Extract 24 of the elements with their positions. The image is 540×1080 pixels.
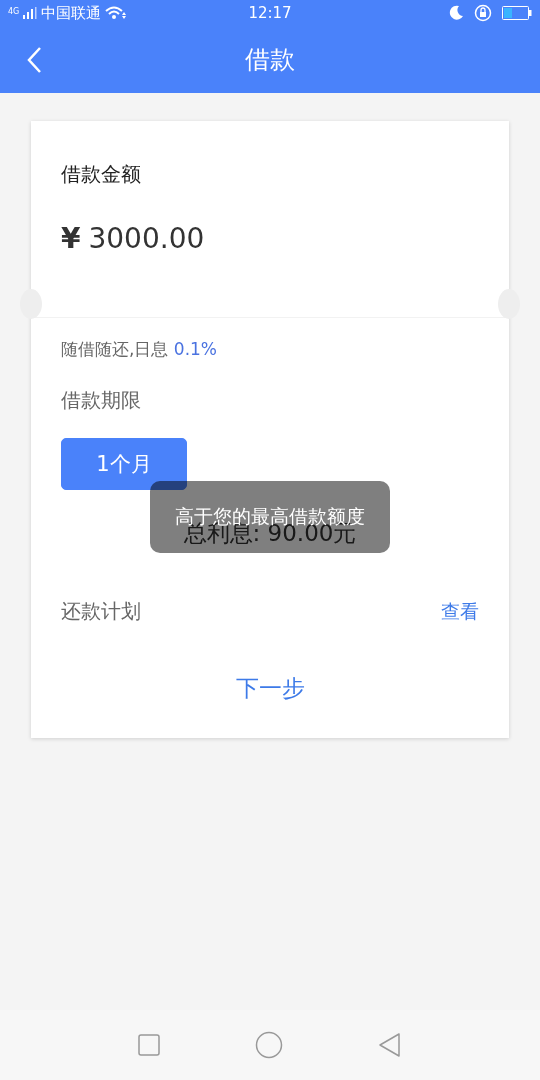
recent-apps-icon[interactable] — [137, 1034, 160, 1056]
view-link[interactable]: 查看 — [441, 598, 479, 625]
page-title: 借款 — [245, 44, 295, 76]
interest-rate-text: 随借随还,日息 0.1% — [61, 338, 218, 361]
term-option[interactable]: 1个月 — [61, 438, 187, 490]
moon-icon — [448, 5, 464, 21]
carrier-name: 中国联通 — [41, 3, 102, 23]
battery-icon — [502, 6, 532, 20]
repayment-plan-label: 还款计划 — [61, 598, 141, 625]
home-icon[interactable] — [255, 1031, 283, 1059]
network-type: 4G — [8, 6, 20, 16]
back-icon[interactable] — [26, 46, 42, 74]
card-notch — [498, 289, 520, 319]
back-icon[interactable] — [378, 1032, 403, 1058]
signal-icon — [23, 7, 38, 19]
amount-label: 借款金额 — [61, 161, 142, 188]
next-step-button[interactable]: 下一步 — [225, 669, 315, 708]
loan-amount: 3000.00 — [88, 222, 205, 255]
wifi-icon — [105, 6, 128, 20]
term-label: 借款期限 — [61, 387, 142, 414]
rotation-lock-icon — [474, 4, 492, 22]
currency-symbol: ¥ — [61, 222, 81, 255]
clock-time: 12:17 — [247, 4, 293, 22]
card-notch — [20, 289, 42, 319]
